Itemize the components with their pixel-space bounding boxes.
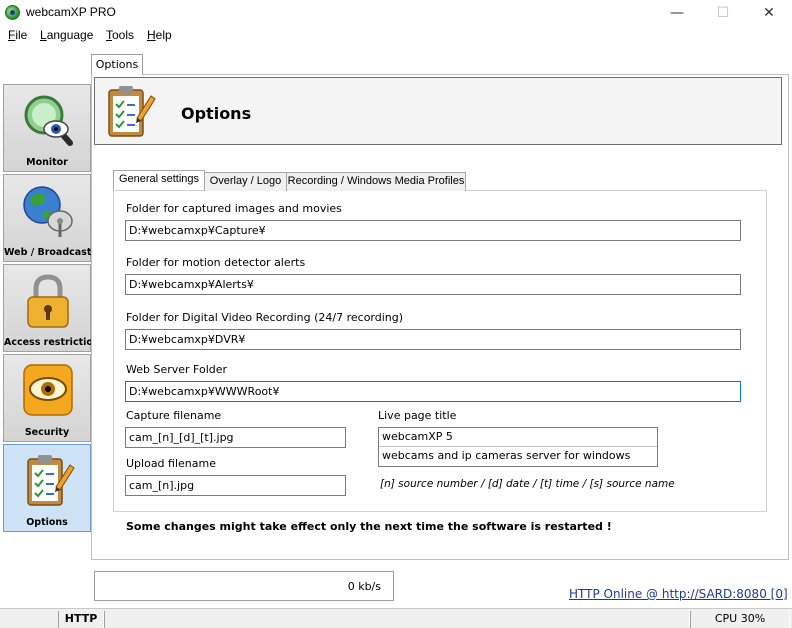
nav-access-restriction-label: Access restriction [4,337,100,348]
menu-bar: File Language Tools Help [0,26,792,46]
nav-web-broadcast-label: Web / Broadcast [4,247,92,258]
nav-monitor-label: Monitor [26,157,68,168]
filename-tokens-hint: [n] source number / [d] date / [t] time … [380,478,675,490]
status-spacer [104,611,690,628]
minimize-button[interactable]: — [654,0,700,26]
menu-tools[interactable]: Tools [106,28,134,42]
menu-file[interactable]: File [8,28,27,42]
captured-folder-input[interactable]: D:¥webcamxp¥Capture¥ [125,220,741,241]
clipboard-pencil-icon [108,86,156,137]
http-online-link[interactable]: HTTP Online @ http://SARD:8080 [0] [569,587,788,601]
tab-overlay-logo[interactable]: Overlay / Logo [204,172,287,191]
live-page-title-label: Live page title [378,409,457,422]
title-bar: webcamXP PRO — ☐ ✕ [0,0,792,26]
padlock-icon [27,274,69,328]
globe-satellite-icon [23,186,73,237]
maximize-button[interactable]: ☐ [700,0,746,26]
alerts-folder-label: Folder for motion detector alerts [126,256,306,269]
nav-web-broadcast[interactable]: Web / Broadcast [3,174,91,262]
menu-language[interactable]: Language [40,28,93,42]
tab-recording-profiles[interactable]: Recording / Windows Media Profiles [286,172,466,191]
live-title-line-1: webcamXP 5 [379,428,657,447]
eye-shield-icon [23,364,73,416]
bandwidth-box: 0 kb/s [94,571,394,601]
upload-filename-input[interactable]: cam_[n].jpg [125,475,346,496]
live-page-title-textarea[interactable]: webcamXP 5 webcams and ip cameras server… [378,427,658,467]
left-nav: Monitor Web / Broadcast Access restricti… [3,84,100,534]
webserver-folder-input[interactable]: D:¥webcamxp¥WWWRoot¥ [125,381,741,402]
nav-options[interactable]: Options [3,444,91,532]
status-http: HTTP [58,611,104,628]
nav-security[interactable]: Security [3,354,91,442]
alerts-folder-input[interactable]: D:¥webcamxp¥Alerts¥ [125,274,741,295]
nav-security-label: Security [24,427,70,438]
webserver-folder-label: Web Server Folder [126,363,228,376]
capture-filename-input[interactable]: cam_[n]_[d]_[t].jpg [125,427,346,448]
bandwidth-value: 0 kb/s [347,580,381,593]
page-title: Options [181,104,252,123]
monitor-magnifier-icon [24,95,73,146]
dvr-folder-input[interactable]: D:¥webcamxp¥DVR¥ [125,329,741,350]
window-title: webcamXP PRO [26,5,116,19]
status-bar: HTTP CPU 30% [0,608,792,628]
captured-folder-label: Folder for captured images and movies [126,202,342,215]
nav-options-label: Options [26,517,68,528]
menu-help[interactable]: Help [147,28,172,42]
tab-general-settings[interactable]: General settings [113,170,205,190]
dvr-folder-label: Folder for Digital Video Recording (24/7… [126,311,404,324]
options-header: Options [94,77,782,145]
restart-warning: Some changes might take effect only the … [126,520,612,533]
clipboard-pencil-icon [27,455,75,506]
close-button[interactable]: ✕ [746,0,792,26]
nav-monitor[interactable]: Monitor [3,84,91,172]
live-title-line-2: webcams and ip cameras server for window… [382,449,631,462]
capture-filename-label: Capture filename [126,409,222,422]
app-logo-icon [5,5,20,20]
nav-access-restriction[interactable]: Access restriction [3,264,100,352]
upload-filename-label: Upload filename [126,457,216,470]
status-cpu: CPU 30% [690,611,790,628]
tab-options[interactable]: Options [91,54,143,75]
